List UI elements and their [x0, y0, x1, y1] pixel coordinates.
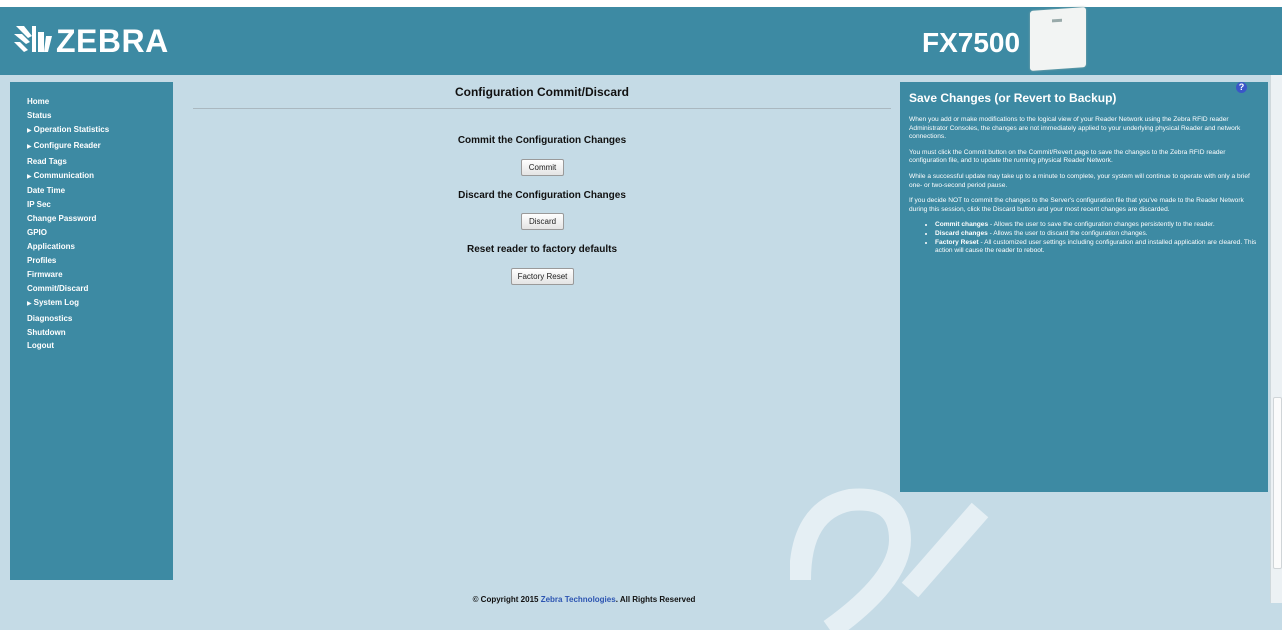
- sidebar-item-label: Commit/Discard: [27, 283, 89, 293]
- background-watermark: [790, 488, 989, 630]
- sidebar-item-label: Applications: [27, 242, 76, 252]
- sidebar-item-shutdown[interactable]: Shutdown: [27, 326, 173, 340]
- sidebar-item-label: Profiles: [27, 255, 57, 265]
- help-paragraph: If you decide NOT to commit the changes …: [909, 197, 1244, 213]
- sidebar-item-label: Communication: [33, 170, 95, 180]
- help-paragraph: While a successful update may take up to…: [909, 172, 1250, 189]
- discard-button[interactable]: Discard: [521, 213, 564, 230]
- sidebar-item-gpio[interactable]: GPIO: [27, 226, 173, 240]
- sidebar-item-commit-discard[interactable]: Commit/Discard: [27, 282, 173, 296]
- sidebar-item-label: Shutdown: [27, 327, 66, 337]
- expand-arrow-icon: ▶: [27, 300, 32, 307]
- help-bullet-list: Commit changes - Allows the user to save…: [909, 221, 1261, 255]
- page-scrollbar[interactable]: [1270, 75, 1282, 603]
- sidebar-item-label: Diagnostics: [27, 313, 73, 323]
- sidebar-item-ip-sec[interactable]: IP Sec: [27, 198, 173, 212]
- help-icon[interactable]: ?: [1236, 82, 1247, 93]
- sidebar-item-label: Change Password: [27, 214, 97, 224]
- sidebar-item-status[interactable]: Status: [27, 109, 173, 123]
- zebra-logo[interactable]: ZEBRA: [10, 21, 169, 61]
- help-paragraph: When you add or make modifications to th…: [909, 116, 1241, 141]
- help-bullet: Commit changes - Allows the user to save…: [935, 221, 1261, 230]
- sidebar-item-label: IP Sec: [27, 200, 51, 210]
- sidebar-item-system-log[interactable]: ▶ System Log: [27, 296, 173, 312]
- sidebar-item-home[interactable]: Home: [27, 95, 173, 109]
- help-paragraph: You must click the Commit button on the …: [909, 148, 1226, 165]
- expand-arrow-icon: ▶: [27, 173, 32, 180]
- sidebar-item-label: Logout: [27, 341, 55, 351]
- help-title: Save Changes (or Revert to Backup): [909, 91, 1117, 105]
- factory-reset-button[interactable]: Factory Reset: [511, 268, 574, 285]
- sidebar-item-label: GPIO: [27, 228, 48, 238]
- help-bullet: Factory Reset - All customized user sett…: [935, 239, 1261, 256]
- header-bar: ZEBRA FX7500: [0, 7, 1282, 75]
- help-bullet: Discard changes - Allows the user to dis…: [935, 230, 1261, 239]
- reset-heading: Reset reader to factory defaults: [466, 244, 618, 255]
- page-title: Configuration Commit/Discard: [454, 85, 629, 99]
- expand-arrow-icon: ▶: [27, 127, 32, 134]
- sidebar-item-change-password[interactable]: Change Password: [27, 212, 173, 226]
- model-name: FX7500: [922, 27, 1021, 58]
- sidebar-item-applications[interactable]: Applications: [27, 240, 173, 254]
- sidebar-item-read-tags[interactable]: Read Tags: [27, 155, 173, 169]
- sidebar-item-label: Configure Reader: [33, 140, 101, 150]
- zebra-head-icon: [14, 26, 52, 52]
- sidebar-nav: Home Status ▶ Operation Statistics ▶ Configur…: [10, 82, 173, 580]
- sidebar-item-label: System Log: [33, 297, 79, 307]
- sidebar-item-label: Operation Statistics: [33, 124, 110, 134]
- reader-device-image: [1030, 7, 1086, 71]
- help-panel: ? Save Changes (or Revert to Backup) Whe…: [900, 82, 1268, 492]
- scrollbar-thumb[interactable]: [1273, 397, 1282, 569]
- sidebar-item-date-time[interactable]: Date Time: [27, 184, 173, 198]
- top-strip: [0, 0, 1282, 7]
- sidebar-item-configure-reader[interactable]: ▶ Configure Reader: [27, 139, 173, 155]
- sidebar-item-firmware[interactable]: Firmware: [27, 268, 173, 282]
- sidebar-item-label: Read Tags: [27, 156, 67, 166]
- sidebar-item-label: Home: [27, 97, 50, 106]
- commit-button[interactable]: Commit: [521, 159, 564, 176]
- discard-heading: Discard the Configuration Changes: [458, 190, 626, 201]
- logo-text: ZEBRA: [56, 22, 169, 59]
- expand-arrow-icon: ▶: [27, 143, 32, 150]
- help-body: When you add or make modifications to th…: [909, 116, 1261, 256]
- sidebar-item-diagnostics[interactable]: Diagnostics: [27, 312, 173, 326]
- sidebar-item-profiles[interactable]: Profiles: [27, 254, 173, 268]
- sidebar-item-logout[interactable]: Logout: [27, 339, 173, 353]
- sidebar-item-label: Firmware: [27, 269, 63, 279]
- sidebar-item-communication[interactable]: ▶ Communication: [27, 169, 173, 185]
- sidebar-item-label: Date Time: [27, 186, 66, 196]
- sidebar-item-label: Status: [27, 110, 52, 120]
- sidebar-item-operation-statistics[interactable]: ▶ Operation Statistics: [27, 123, 173, 139]
- commit-heading: Commit the Configuration Changes: [457, 135, 627, 146]
- title-divider: [193, 108, 891, 109]
